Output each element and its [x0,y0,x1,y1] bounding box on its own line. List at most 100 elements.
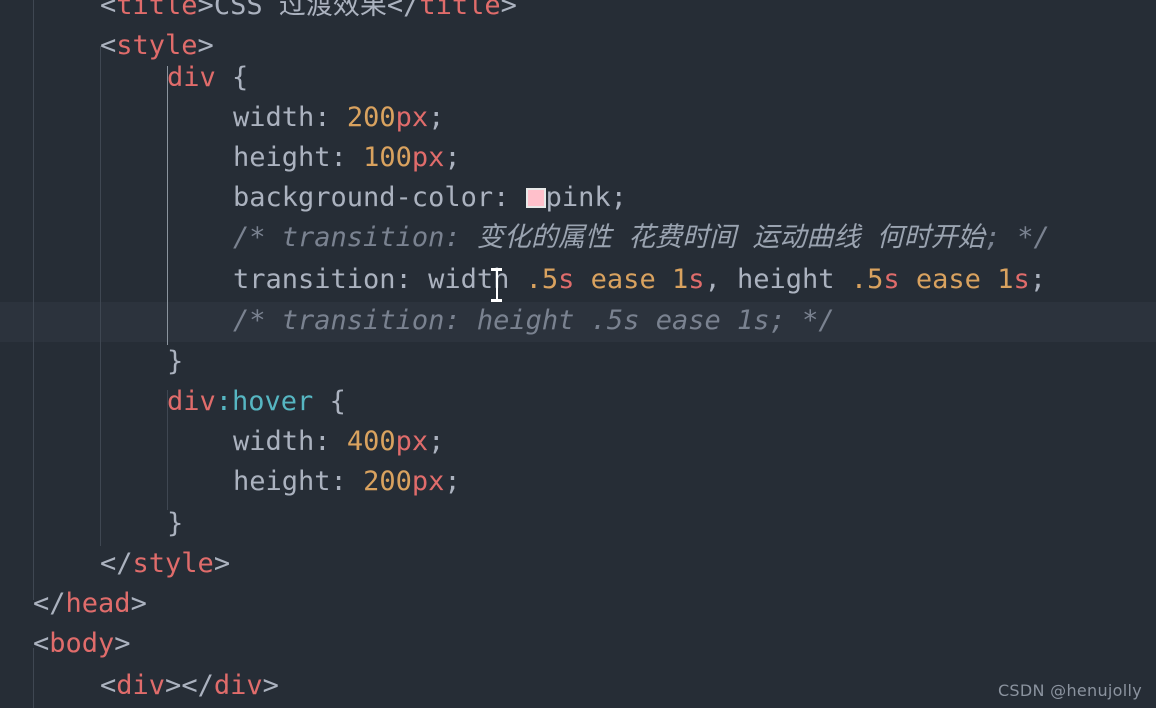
code-line-8[interactable]: transition: width .5s ease 1s, height .5… [0,260,1156,300]
token-unit-px: px [395,102,429,133]
token-comment-close: */ [802,305,835,336]
token-delay-one: 1 [671,264,689,295]
token-lt: < [100,30,117,61]
token-gt: > [197,30,214,61]
token-kw-height: height [476,305,575,336]
code-line-4[interactable]: width: 200px; [0,98,1156,138]
token-lt: < [33,588,50,619]
token-brace-close: } [167,346,184,377]
token-title-tag: title [116,0,198,21]
token-prop-background-color: background-color: [233,182,510,213]
token-cjk-property: 变化的属性 [476,222,612,253]
token-semicolon: ; [610,182,627,213]
token-prop-transition: transition: [233,264,412,295]
token-value-pink: pink [545,182,611,213]
token-gt: > [130,588,147,619]
token-gt-close: > [262,670,279,701]
token-duration-half: .5 [525,264,559,295]
token-lt: < [100,0,117,21]
token-lt: < [100,670,117,701]
token-cjk-timing: 运动曲线 [752,222,861,253]
token-unit-s: s [753,305,770,336]
token-semicolon: ; [444,142,461,173]
token-comment-open: /* [233,305,266,336]
token-comment-close: */ [1017,222,1050,253]
code-line-7-comment[interactable]: /* transition: 变化的属性 花费时间 运动曲线 何时开始; */ [0,218,1156,258]
token-delay-one: 1 [737,305,754,336]
token-title-tag-close: title [419,0,501,21]
token-delay-one: 1 [997,264,1014,295]
token-cjk-delay: 何时开始 [876,222,985,253]
code-line-11[interactable]: div:hover { [0,382,1156,422]
code-line-5[interactable]: height: 100px; [0,138,1156,178]
code-editor-viewport[interactable]: <title>CSS 过渡效果</title> <style> div { wi… [0,0,1156,708]
token-unit-s: s [688,264,705,295]
token-prop-height: height: [233,142,347,173]
token-style-tag: style [132,548,214,579]
token-unit-s: s [883,264,900,295]
token-prop-height: height: [233,466,347,497]
code-line-17[interactable]: <body> [0,624,1156,664]
token-div-tag: div [116,670,166,701]
token-brace-close: } [167,508,184,539]
token-lt: < [33,628,50,659]
token-semicolon: ; [428,426,445,457]
token-prop-width: width: [233,102,331,133]
token-gt: > [114,628,131,659]
token-unit-px: px [411,466,445,497]
token-duration-half: .5 [850,264,884,295]
token-semicolon: ; [984,222,1001,253]
token-unit-s: s [623,305,640,336]
token-semicolon: ; [769,305,786,336]
token-comment-open: /* [233,222,266,253]
token-div-tag-close: div [213,670,263,701]
token-head-tag: head [65,588,131,619]
token-div-selector: div [167,386,216,417]
token-unit-s: s [1013,264,1030,295]
token-unit-s: s [558,264,575,295]
token-lt: < [100,548,117,579]
token-kw-height: height [737,264,835,295]
code-line-3[interactable]: div { [0,58,1156,98]
token-semicolon: ; [444,466,461,497]
code-line-1[interactable]: <title>CSS 过渡效果</title> [0,0,1156,26]
token-prop-width: width: [233,426,331,457]
code-line-12[interactable]: width: 400px; [0,422,1156,462]
token-comment-transition-label: transition: [281,222,461,253]
token-title-text: CSS 过渡效果 [213,0,387,21]
token-div-selector: div [167,62,216,93]
code-line-16[interactable]: </head> [0,584,1156,624]
token-gt: > [165,670,182,701]
token-unit-px: px [411,142,445,173]
token-gt: > [197,0,214,21]
token-comma: , [704,264,721,295]
token-unit-px: px [395,426,429,457]
color-swatch-pink[interactable] [525,188,546,208]
token-style-tag: style [116,30,198,61]
token-kw-ease: ease [655,305,721,336]
token-gt: > [213,548,231,579]
code-line-14[interactable]: } [0,504,1156,544]
token-value-100: 100 [363,142,412,173]
token-cjk-duration: 花费时间 [628,222,737,253]
code-line-9-comment[interactable]: /* transition: height .5s ease 1s; */ [0,301,1156,341]
token-lt-close: < [386,0,404,21]
token-pseudo-hover: :hover [215,386,314,417]
code-line-6[interactable]: background-color: pink; [0,178,1156,218]
token-lt-close: < [181,670,198,701]
code-line-15[interactable]: </style> [0,544,1156,584]
token-body-tag: body [49,628,115,659]
token-value-200: 200 [363,466,412,497]
token-comment-transition-label: transition: [281,305,461,336]
token-slash: / [403,0,420,21]
token-kw-ease: ease [590,264,656,295]
token-semicolon: ; [1029,264,1046,295]
csdn-watermark: CSDN @henujolly [997,681,1142,700]
code-line-18[interactable]: <div></div> [0,666,1156,706]
token-value-200: 200 [346,102,396,133]
token-slash: / [197,670,214,701]
code-line-13[interactable]: height: 200px; [0,462,1156,502]
code-line-10[interactable]: } [0,342,1156,382]
token-brace-open: { [232,62,249,93]
token-gt-close: > [500,0,517,21]
